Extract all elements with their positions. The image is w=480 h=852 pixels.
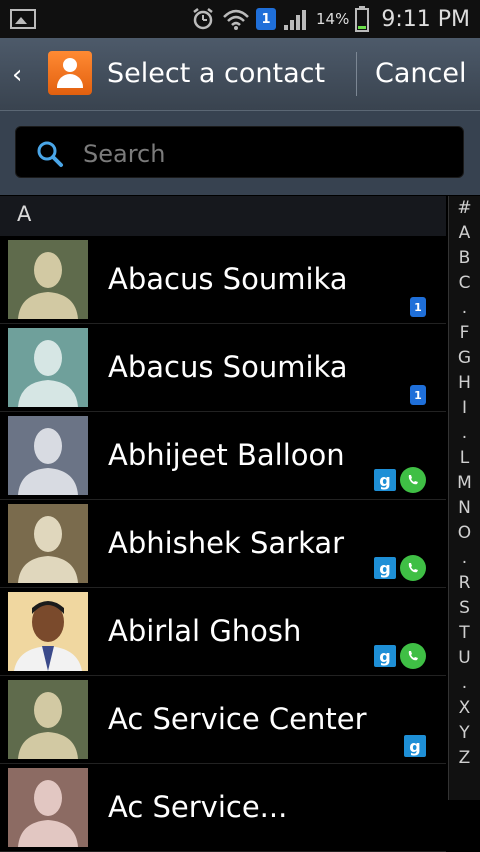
index-letter[interactable]: N bbox=[449, 496, 480, 521]
contact-row[interactable]: Ac Service... bbox=[0, 764, 446, 852]
index-letter[interactable]: C bbox=[449, 271, 480, 296]
whatsapp-icon bbox=[400, 467, 426, 493]
index-letter[interactable]: M bbox=[449, 471, 480, 496]
battery-icon bbox=[355, 6, 370, 32]
cancel-button[interactable]: Cancel bbox=[375, 58, 466, 89]
index-letter[interactable]: Z bbox=[449, 746, 480, 771]
wifi-icon bbox=[223, 9, 249, 30]
gallery-notification-icon bbox=[10, 9, 36, 29]
account-badges: 1 bbox=[410, 297, 426, 317]
search-icon bbox=[37, 141, 63, 167]
contact-row[interactable]: Abacus Soumika 1 bbox=[0, 324, 446, 412]
battery-percent: 14% bbox=[316, 10, 350, 28]
alarm-icon bbox=[193, 8, 213, 30]
index-letter[interactable]: . bbox=[449, 421, 480, 446]
contact-name: Ac Service Center bbox=[108, 702, 367, 736]
account-badges: g bbox=[374, 467, 426, 493]
contact-name: Abacus Soumika bbox=[108, 350, 348, 384]
phone-account-icon: 1 bbox=[410, 385, 426, 405]
contact-row[interactable]: Abirlal Ghosh g bbox=[0, 588, 446, 676]
contact-row[interactable]: Ac Service Center g bbox=[0, 676, 446, 764]
account-badges: 1 bbox=[410, 385, 426, 405]
search-input[interactable]: Search bbox=[15, 126, 464, 178]
phone-account-icon: 1 bbox=[410, 297, 426, 317]
index-letter[interactable]: Y bbox=[449, 721, 480, 746]
index-letter[interactable]: F bbox=[449, 321, 480, 346]
contact-row[interactable]: Abhijeet Balloon g bbox=[0, 412, 446, 500]
account-badges: g bbox=[404, 735, 426, 757]
contact-row[interactable]: Abhishek Sarkar g bbox=[0, 500, 446, 588]
status-icons: 1 14% 9:11 PM bbox=[190, 0, 470, 38]
index-letter[interactable]: . bbox=[449, 671, 480, 696]
section-letter: A bbox=[17, 202, 32, 226]
sim-badge-icon: 1 bbox=[256, 8, 276, 30]
contact-list: Abacus Soumika 1 Abacus Soumika 1 Abhijeet B… bbox=[0, 236, 446, 852]
default-avatar-icon bbox=[8, 416, 88, 495]
index-letter[interactable]: U bbox=[449, 646, 480, 671]
alphabet-index-scrollbar[interactable]: # A B C. F G H I. L M N O. R S T U. X Y Z bbox=[448, 196, 480, 800]
index-letter[interactable]: . bbox=[449, 296, 480, 321]
index-letter[interactable]: H bbox=[449, 371, 480, 396]
google-account-icon: g bbox=[404, 735, 426, 757]
account-badges: g bbox=[374, 555, 426, 581]
default-avatar-icon bbox=[8, 680, 88, 759]
account-badges: g bbox=[374, 643, 426, 669]
whatsapp-icon bbox=[400, 555, 426, 581]
action-bar: ‹ Select a contact Cancel bbox=[0, 38, 480, 111]
contact-name: Abhijeet Balloon bbox=[108, 438, 345, 472]
default-avatar-icon bbox=[8, 504, 88, 583]
contact-name: Abirlal Ghosh bbox=[108, 614, 302, 648]
back-icon[interactable]: ‹ bbox=[12, 60, 22, 90]
section-header: A bbox=[0, 196, 446, 236]
default-avatar-icon bbox=[8, 240, 88, 319]
contact-name: Abacus Soumika bbox=[108, 262, 348, 296]
contacts-app-icon[interactable] bbox=[48, 51, 92, 95]
contact-name: Abhishek Sarkar bbox=[108, 526, 345, 560]
index-letter[interactable]: G bbox=[449, 346, 480, 371]
index-letter[interactable]: B bbox=[449, 246, 480, 271]
search-bar: Search bbox=[0, 111, 480, 195]
clock: 9:11 PM bbox=[381, 6, 470, 32]
page-title: Select a contact bbox=[107, 58, 326, 89]
whatsapp-icon bbox=[400, 643, 426, 669]
contact-name: Ac Service... bbox=[108, 790, 288, 824]
search-placeholder: Search bbox=[83, 140, 166, 168]
index-letter[interactable]: R bbox=[449, 571, 480, 596]
default-avatar-icon bbox=[8, 328, 88, 407]
google-account-icon: g bbox=[374, 557, 396, 579]
signal-icon bbox=[284, 10, 306, 30]
index-letter[interactable]: L bbox=[449, 446, 480, 471]
index-letter[interactable]: A bbox=[449, 221, 480, 246]
index-letter[interactable]: O bbox=[449, 521, 480, 546]
index-letter[interactable]: # bbox=[449, 196, 480, 221]
google-account-icon: g bbox=[374, 645, 396, 667]
index-letter[interactable]: . bbox=[449, 546, 480, 571]
contact-row[interactable]: Abacus Soumika 1 bbox=[0, 236, 446, 324]
default-avatar-icon bbox=[8, 768, 88, 847]
status-bar: 1 14% 9:11 PM bbox=[0, 0, 480, 38]
index-letter[interactable]: S bbox=[449, 596, 480, 621]
index-letter[interactable]: T bbox=[449, 621, 480, 646]
index-letter[interactable]: X bbox=[449, 696, 480, 721]
index-letter[interactable]: I bbox=[449, 396, 480, 421]
google-account-icon: g bbox=[374, 469, 396, 491]
action-divider bbox=[356, 52, 357, 96]
contact-photo bbox=[8, 592, 88, 671]
